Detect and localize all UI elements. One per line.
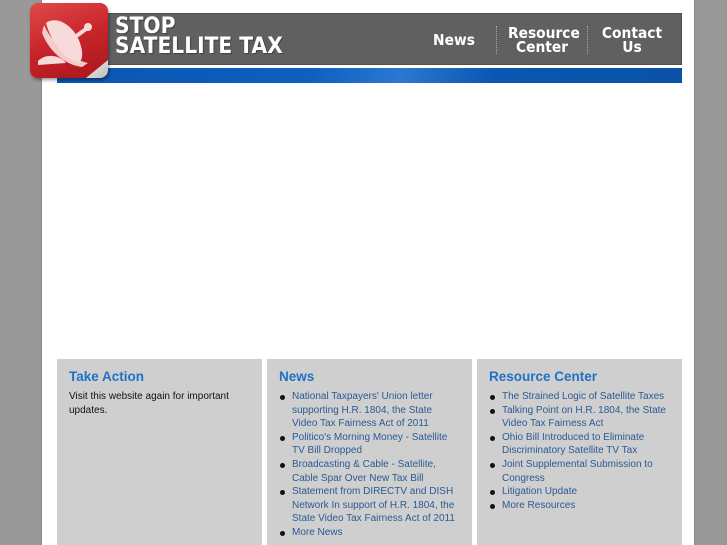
main-nav: News Resource Center Contact Us bbox=[420, 24, 668, 56]
nav-divider bbox=[496, 26, 497, 54]
nav-resource-label-2: Center bbox=[515, 38, 569, 56]
site-logo-text[interactable]: STOP SATELLITE TAX bbox=[115, 16, 283, 59]
more-news-link[interactable]: More News bbox=[279, 526, 460, 540]
news-panel: News National Taxpayers' Union letter su… bbox=[267, 359, 472, 545]
nav-news[interactable]: News bbox=[423, 31, 486, 49]
take-action-title: Take Action bbox=[69, 369, 145, 384]
resource-center-panel: Resource Center The Strained Logic of Sa… bbox=[477, 359, 682, 545]
take-action-text: Visit this website again for important u… bbox=[69, 391, 229, 416]
resource-item[interactable]: The Strained Logic of Satellite Taxes bbox=[489, 390, 670, 404]
header-accent-bar bbox=[57, 68, 682, 83]
nav-contact-us[interactable]: Contact Us bbox=[599, 26, 665, 56]
news-item[interactable]: Politico's Morning Money - Satellite TV … bbox=[279, 431, 460, 458]
news-item[interactable]: Statement from DIRECTV and DISH Network … bbox=[279, 485, 460, 526]
news-list: National Taxpayers' Union letter support… bbox=[279, 390, 460, 540]
resource-list: The Strained Logic of Satellite Taxes Ta… bbox=[489, 390, 670, 512]
nav-news-label: News bbox=[433, 31, 475, 49]
take-action-panel: Take Action Visit this website again for… bbox=[57, 359, 262, 545]
logo-line-2: SATELLITE TAX bbox=[115, 34, 283, 59]
resource-item[interactable]: Joint Supplemental Submission to Congres… bbox=[489, 458, 670, 485]
satellite-dish-icon[interactable] bbox=[30, 3, 108, 78]
nav-divider bbox=[587, 26, 588, 54]
resource-center-title: Resource Center bbox=[489, 369, 598, 384]
news-title: News bbox=[279, 369, 315, 384]
nav-contact-label-2: Us bbox=[622, 38, 642, 56]
nav-resource-center[interactable]: Resource Center bbox=[508, 26, 580, 56]
news-item[interactable]: Broadcasting & Cable - Satellite, Cable … bbox=[279, 458, 460, 485]
more-resources-link[interactable]: More Resources bbox=[489, 499, 670, 513]
resource-item[interactable]: Talking Point on H.R. 1804, the State Vi… bbox=[489, 404, 670, 431]
news-item[interactable]: National Taxpayers' Union letter support… bbox=[279, 390, 460, 431]
resource-item[interactable]: Ohio Bill Introduced to Eliminate Discri… bbox=[489, 431, 670, 458]
resource-item[interactable]: Litigation Update bbox=[489, 485, 670, 499]
